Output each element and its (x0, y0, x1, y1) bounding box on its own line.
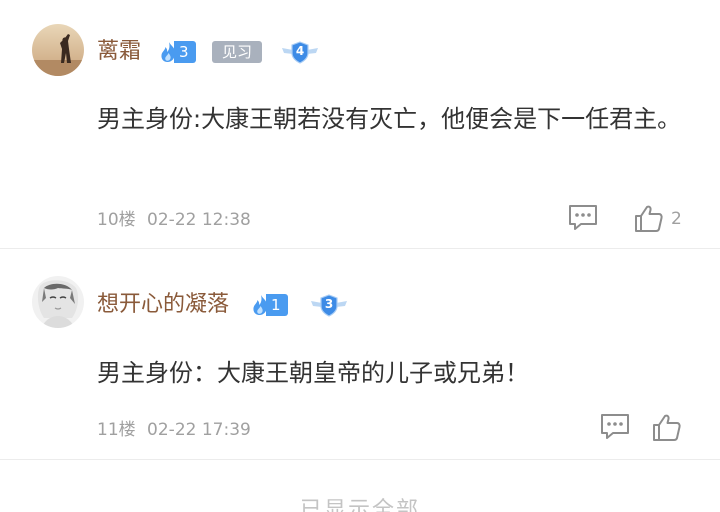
username[interactable]: 蓠霜 (97, 39, 141, 65)
flame-level-badge: 3 (158, 41, 196, 63)
comment-text: 男主身份：大康王朝皇帝的儿子或兄弟！ (97, 359, 529, 387)
floor-number: 10楼 (97, 210, 136, 230)
flame-level-number: 1 (266, 294, 288, 316)
comment-meta: 11楼 02-22 17:39 (97, 415, 251, 440)
avatar[interactable] (32, 24, 84, 76)
username[interactable]: 想开心的凝落 (97, 292, 229, 318)
like-button[interactable] (632, 202, 666, 236)
reply-button[interactable] (598, 409, 632, 443)
member-tag: 见习 (212, 41, 263, 63)
timestamp: 02-22 12:38 (147, 210, 251, 230)
comment-meta: 10楼 02-22 12:38 (97, 205, 251, 230)
floor-number: 11楼 (97, 420, 136, 440)
comment-icon (569, 205, 597, 230)
show-all-label: 已显示全部 (299, 498, 420, 512)
like-button[interactable] (650, 411, 684, 445)
divider (0, 459, 720, 460)
like-count: 2 (671, 209, 682, 229)
comment-item: 蓠霜 3 见习 4 男主身份:大康王朝若没有灭亡，他便会是下一任君主。 10楼 … (0, 0, 720, 248)
thumbs-up-icon (635, 205, 663, 232)
comment-page: 蓠霜 3 见习 4 男主身份:大康王朝若没有灭亡，他便会是下一任君主。 10楼 … (0, 0, 720, 512)
comment-item: 想开心的凝落 1 3 男主身份：大康王朝皇帝的儿子或兄弟！ 11楼 02-22 … (0, 249, 720, 459)
level-number: 3 (324, 297, 334, 311)
level-number: 4 (295, 44, 305, 58)
reply-button[interactable] (566, 200, 600, 234)
comment-icon (601, 414, 629, 439)
timestamp: 02-22 17:39 (147, 420, 251, 440)
flame-level-badge: 1 (250, 294, 288, 316)
level-badge: 4 (280, 40, 320, 64)
thumbs-up-icon (653, 414, 681, 441)
level-badge: 3 (309, 293, 349, 317)
flame-level-number: 3 (174, 41, 196, 63)
comment-text: 男主身份:大康王朝若没有灭亡，他便会是下一任君主。 (97, 105, 682, 133)
avatar[interactable] (32, 276, 84, 328)
